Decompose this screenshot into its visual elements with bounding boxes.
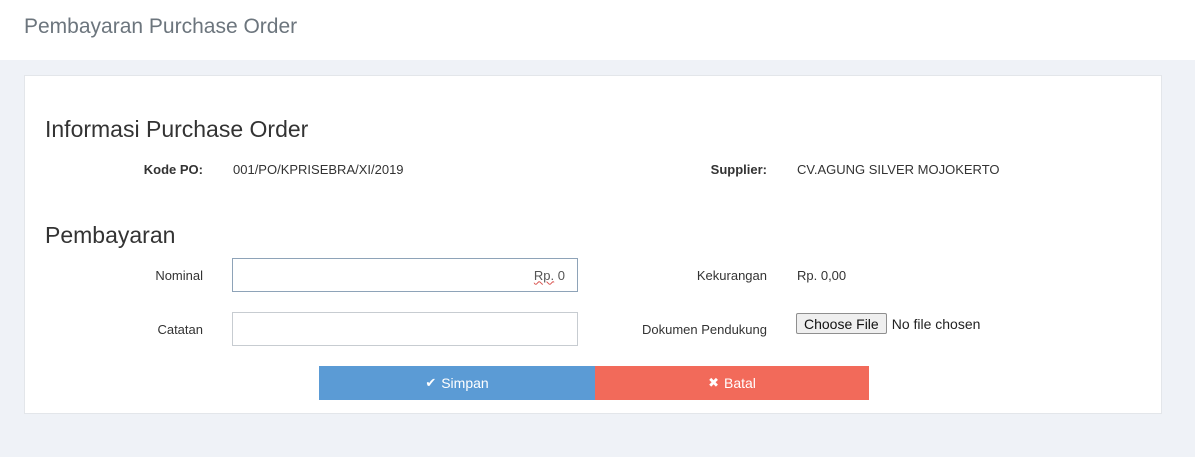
payment-section-title: Pembayaran	[45, 222, 176, 248]
page-title: Pembayaran Purchase Order	[24, 15, 298, 38]
dokumen-pendukung-label: Dokumen Pendukung	[641, 322, 767, 337]
top-bar: Pembayaran Purchase Order	[0, 0, 1195, 60]
save-button-label: Simpan	[441, 375, 489, 391]
save-button[interactable]: ✔ Simpan	[319, 366, 595, 400]
file-upload: Choose File No file chosen	[796, 313, 980, 334]
choose-file-button[interactable]: Choose File	[796, 313, 887, 334]
nominal-input[interactable]: Rp. 0	[232, 258, 578, 292]
file-status-text: No file chosen	[891, 315, 981, 332]
nominal-currency-prefix: Rp.	[533, 267, 555, 283]
kode-po-label: Kode PO:	[143, 162, 203, 177]
info-section-title: Informasi Purchase Order	[45, 116, 309, 142]
nominal-value: 0	[557, 267, 565, 283]
kekurangan-label: Kekurangan	[696, 268, 767, 283]
catatan-label: Catatan	[157, 322, 203, 337]
cancel-button-label: Batal	[723, 375, 756, 391]
supplier-value: CV.AGUNG SILVER MOJOKERTO	[797, 162, 1000, 177]
times-icon: ✖	[708, 375, 719, 390]
check-icon: ✔	[425, 375, 437, 390]
kekurangan-value: Rp. 0,00	[797, 268, 847, 283]
kode-po-value: 001/PO/KPRISEBRA/XI/2019	[233, 162, 404, 177]
cancel-button[interactable]: ✖ Batal	[595, 366, 869, 400]
nominal-label: Nominal	[155, 268, 203, 283]
supplier-label: Supplier:	[710, 162, 767, 177]
catatan-input[interactable]	[232, 312, 578, 346]
payment-form-card: Informasi Purchase Order Kode PO: 001/PO…	[24, 75, 1162, 414]
